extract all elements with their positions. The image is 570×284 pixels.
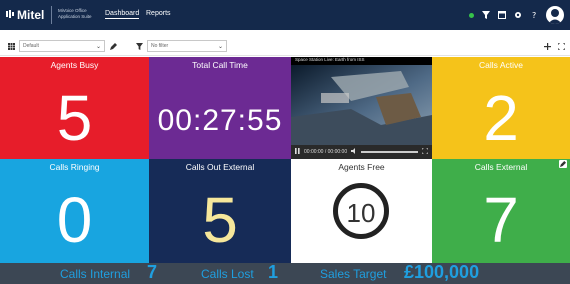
filter-icon[interactable] xyxy=(134,40,144,52)
edit-pencil-icon[interactable] xyxy=(108,40,118,52)
tile-title: Calls Active xyxy=(479,60,523,70)
help-icon[interactable]: ? xyxy=(530,11,538,19)
add-icon[interactable] xyxy=(542,40,552,52)
stat-calls-lost-label: Calls Lost xyxy=(201,267,254,281)
tile-title: Agents Free xyxy=(338,162,385,172)
dashboard-select-value: Default xyxy=(23,43,39,49)
tile-title: Calls Ringing xyxy=(49,162,100,172)
nav-dashboard[interactable]: Dashboard xyxy=(105,10,140,19)
video-time: 00:00:00 / 00:00:00 xyxy=(304,149,348,155)
tile-value: 00:27:55 xyxy=(157,104,283,137)
video-caption: Space Station Live: Earth from ISS xyxy=(295,57,365,62)
tile-value: 5 xyxy=(202,184,238,256)
tile-calls-out-external[interactable]: Calls Out External 5 xyxy=(149,159,291,263)
tile-agents-busy[interactable]: Agents Busy 5 xyxy=(0,57,149,159)
tile-calls-external[interactable]: Calls External 7 xyxy=(432,159,570,263)
filter-select-value: No filter xyxy=(151,43,169,49)
tile-value: 7 xyxy=(483,184,519,256)
tile-calls-active[interactable]: Calls Active 2 xyxy=(432,57,570,159)
tile-value: 5 xyxy=(56,82,93,154)
tile-agents-free[interactable]: Agents Free 10 xyxy=(291,159,432,263)
stat-calls-internal-label: Calls Internal xyxy=(60,267,131,281)
stat-sales-target-label: Sales Target xyxy=(320,267,387,281)
tile-calls-ringing[interactable]: Calls Ringing 0 xyxy=(0,159,149,263)
stat-calls-internal-value: 7 xyxy=(147,262,158,282)
grid-menu-icon[interactable] xyxy=(6,40,16,52)
header-icons: ? xyxy=(469,5,564,25)
dashboard-toolbar: Default ⌄ No filter ⌄ xyxy=(0,36,570,56)
mitel-logo[interactable]: Mitel xyxy=(6,8,44,22)
top-navigation-bar: Mitel MiVoice Office Application Suite D… xyxy=(0,0,570,30)
svg-text:?: ? xyxy=(532,11,536,19)
tile-title: Calls Out External xyxy=(185,162,255,172)
stats-bar: Calls Internal 7 Calls Lost 1 Sales Targ… xyxy=(0,262,570,284)
window-icon[interactable] xyxy=(498,11,506,19)
settings-icon[interactable] xyxy=(514,11,522,19)
nav-reports[interactable]: Reports xyxy=(146,10,171,17)
chevron-down-icon: ⌄ xyxy=(95,44,101,50)
video-frame xyxy=(291,57,432,159)
filter-icon[interactable] xyxy=(482,11,490,19)
tile-video[interactable]: Space Station Live: Earth from ISS 00:00… xyxy=(291,57,432,159)
logo-text: Mitel xyxy=(17,8,45,22)
tile-total-call-time[interactable]: Total Call Time 00:27:55 xyxy=(149,57,291,159)
fullscreen-icon[interactable] xyxy=(556,40,566,52)
volume-icon[interactable] xyxy=(351,148,357,156)
app-name: MiVoice Office Application Suite xyxy=(58,8,92,19)
stat-sales-target-value: £100,000 xyxy=(404,262,480,282)
chevron-down-icon: ⌄ xyxy=(217,44,223,50)
tile-value: 0 xyxy=(56,184,93,256)
tile-value: 2 xyxy=(483,82,519,154)
tile-value: 10 xyxy=(346,198,376,228)
mitel-logo-mark-icon xyxy=(6,10,16,20)
tile-title: Calls External xyxy=(474,162,528,172)
status-dot xyxy=(469,12,474,18)
tile-title: Agents Busy xyxy=(50,60,99,70)
video-controls: 00:00:00 / 00:00:00 xyxy=(291,145,432,159)
stat-calls-lost-value: 1 xyxy=(268,262,279,282)
dashboard-select[interactable]: Default ⌄ xyxy=(19,40,105,52)
volume-slider[interactable] xyxy=(361,151,418,153)
edit-tile-icon[interactable] xyxy=(559,160,567,168)
user-avatar[interactable] xyxy=(546,6,564,24)
fullscreen-icon[interactable] xyxy=(421,147,429,156)
pause-icon[interactable] xyxy=(295,148,300,156)
tile-title: Total Call Time xyxy=(192,60,248,70)
gauge-ring: 10 xyxy=(333,183,389,239)
logo-divider xyxy=(51,6,52,24)
filter-select[interactable]: No filter ⌄ xyxy=(147,40,227,52)
